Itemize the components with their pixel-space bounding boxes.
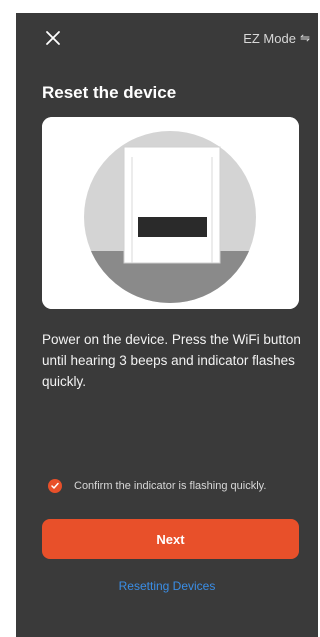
page-title: Reset the device (42, 83, 177, 102)
device-illustration-icon (42, 117, 299, 309)
checkmark-icon (48, 479, 62, 493)
top-bar: EZ Mode ⇋ (16, 13, 318, 61)
swap-icon: ⇋ (299, 31, 310, 45)
close-icon (46, 31, 60, 45)
device-illustration (42, 117, 299, 309)
confirm-label: Confirm the indicator is flashing quickl… (74, 480, 267, 492)
next-button[interactable]: Next (42, 519, 299, 559)
confirm-checkbox[interactable]: Confirm the indicator is flashing quickl… (48, 479, 266, 493)
resetting-devices-link[interactable]: Resetting Devices (16, 579, 318, 593)
instructions-text: Power on the device. Press the WiFi butt… (42, 332, 301, 389)
close-button[interactable] (42, 27, 64, 49)
ez-mode-toggle[interactable]: EZ Mode ⇋ (243, 28, 310, 48)
screen: EZ Mode ⇋ Reset the device Power on the … (16, 13, 318, 637)
mode-label: EZ Mode (243, 30, 296, 46)
